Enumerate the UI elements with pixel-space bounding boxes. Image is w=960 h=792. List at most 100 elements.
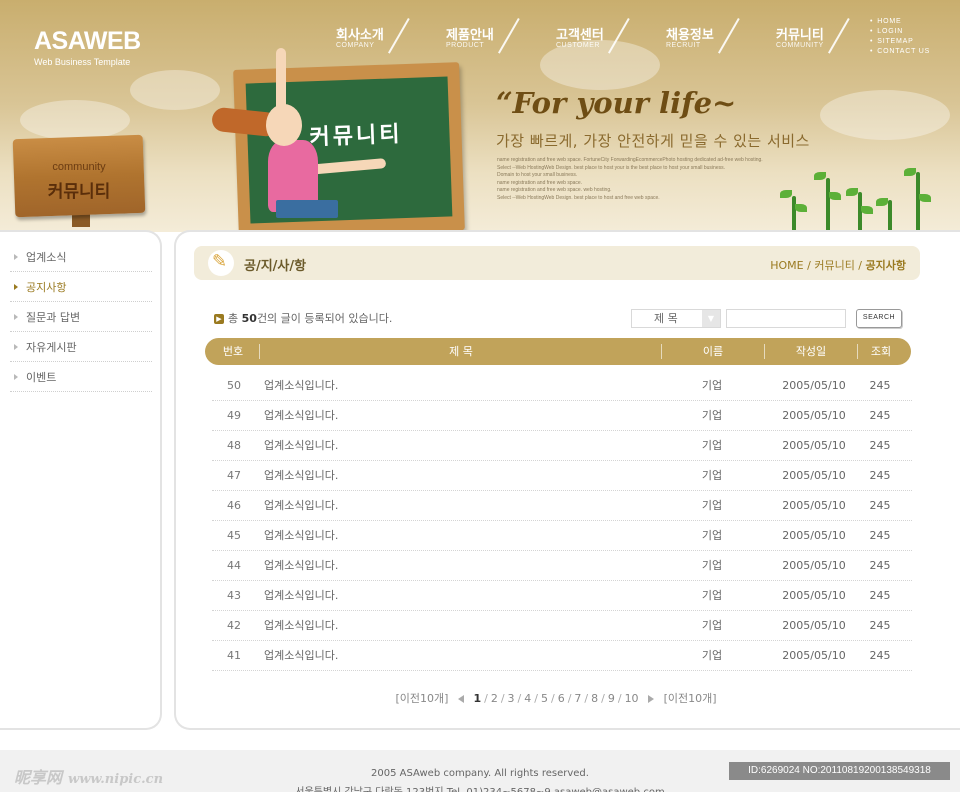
cell-title-link[interactable]: 업계소식입니다. [264,371,644,401]
page-link[interactable]: 7 [574,692,581,705]
description-line: name registration and free web space. [497,179,583,186]
search-field-select[interactable]: 제 목 ▼ [631,309,721,328]
table-row: 48 업계소식입니다. 기업 2005/05/10 245 [212,431,912,461]
search-input[interactable] [726,309,846,328]
nav-sublabel: COMPANY [336,42,375,49]
hero-description: name registration and free web space. Fo… [497,157,827,202]
character-head [266,104,302,146]
cell-name: 기업 [701,559,723,572]
triangle-right-icon[interactable] [648,695,655,703]
page-separator: / [601,692,605,705]
page-separator: / [500,692,505,705]
cell-title-link[interactable]: 업계소식입니다. [264,551,644,581]
search-select-value: 제 목 [654,312,678,325]
pagination: [이전10개] 1/2/3/4/5/6/7/8/9/10 [이전10개] [176,690,936,706]
nav-label: 제품안내 [446,28,494,43]
cell-views: 245 [869,499,891,512]
util-home-link[interactable]: HOME [870,17,930,27]
page-title: 공/지/사/항 [244,259,307,274]
cell-views: 245 [869,529,891,542]
page-link[interactable]: 1 [473,692,481,705]
page-link[interactable]: 2 [491,692,498,705]
nav-sublabel: RECRUIT [666,42,701,49]
pagination-next-ten[interactable]: [이전10개] [664,692,717,705]
cell-name: 기업 [701,499,723,512]
util-contact-link[interactable]: CONTACT US [870,47,930,57]
cell-name: 기업 [701,589,723,602]
cell-no: 50 [227,379,241,392]
page-link[interactable]: 8 [591,692,598,705]
nav-product[interactable]: 제품안내 PRODUCT [430,18,540,58]
page-link[interactable]: 3 [508,692,515,705]
count-number: 50 [241,312,257,325]
cell-title-link[interactable]: 업계소식입니다. [264,641,644,671]
search-button[interactable]: SEARCH [856,309,902,328]
chevron-down-icon: ▼ [702,310,720,327]
nav-customer[interactable]: 고객센터 CUSTOMER [540,18,650,58]
cell-title-link[interactable]: 업계소식입니다. [264,461,644,491]
page-separator: / [567,692,572,705]
sprout-leaf [829,192,841,200]
breadcrumb: HOME / 커뮤니티 / 공지사항 [770,257,906,273]
nav-label: 고객센터 [556,28,604,43]
nav-divider [828,18,850,54]
page-link[interactable]: 5 [541,692,548,705]
watermark-id: ID:6269024 NO:20110819200138549318 [729,762,950,780]
cell-name: 기업 [701,529,723,542]
cell-date: 2005/05/10 [782,649,846,662]
sidebar-item-notice[interactable]: 공지사항 [10,272,152,302]
cell-date: 2005/05/10 [782,409,846,422]
cell-title-link[interactable]: 업계소식입니다. [264,611,644,641]
cell-date: 2005/05/10 [782,559,846,572]
nav-company[interactable]: 회사소개 COMPANY [320,18,430,58]
sidebar-item-industry-news[interactable]: 업계소식 [10,242,152,272]
arrow-right-icon: ▶ [214,314,224,324]
cell-no: 46 [227,499,241,512]
cell-title-link[interactable]: 업계소식입니다. [264,581,644,611]
count-suffix: 건의 글이 등록되어 있습니다. [256,312,393,325]
logo-title: ASAWEB [34,27,141,55]
post-count: ▶ 총 50건의 글이 등록되어 있습니다. [214,310,392,326]
cloud-decoration [820,90,950,140]
cell-title-link[interactable]: 업계소식입니다. [264,431,644,461]
cell-no: 47 [227,469,241,482]
nav-community[interactable]: 커뮤니티 COMMUNITY [760,18,870,58]
table-row: 46 업계소식입니다. 기업 2005/05/10 245 [212,491,912,521]
cell-date: 2005/05/10 [782,589,846,602]
breadcrumb-home[interactable]: HOME [770,259,803,272]
cell-title-link[interactable]: 업계소식입니다. [264,401,644,431]
sidebar-item-free-board[interactable]: 자유게시판 [10,332,152,362]
page-link[interactable]: 6 [558,692,565,705]
util-login-link[interactable]: LOGIN [870,27,930,37]
nav-sublabel: CUSTOMER [556,42,600,49]
nav-recruit[interactable]: 채용정보 RECRUIT [650,18,760,58]
sprout-leaf [795,204,807,212]
table-row: 41 업계소식입니다. 기업 2005/05/10 245 [212,641,912,671]
page-link[interactable]: 9 [608,692,615,705]
page-title-bar: 공/지/사/항 HOME / 커뮤니티 / 공지사항 [194,246,920,280]
table-row: 50 업계소식입니다. 기업 2005/05/10 245 [212,371,912,401]
logo[interactable]: ASAWEB Web Business Template [34,27,141,67]
sidebar-item-event[interactable]: 이벤트 [10,362,152,392]
triangle-left-icon[interactable] [457,695,464,703]
hero-tagline: 가장 빠르게, 가장 안전하게 믿을 수 있는 서비스 [496,132,810,150]
nav-label: 채용정보 [666,28,714,43]
description-line: Select --Web HostingWeb Design. best pla… [497,194,660,201]
cell-title-link[interactable]: 업계소식입니다. [264,521,644,551]
cell-title-link[interactable]: 업계소식입니다. [264,491,644,521]
page-link[interactable]: 10 [625,692,639,705]
cell-views: 245 [869,409,891,422]
cell-no: 48 [227,439,241,452]
sprout-leaf [814,172,826,180]
pagination-prev-ten[interactable]: [이전10개] [395,692,448,705]
page-link[interactable]: 4 [524,692,531,705]
breadcrumb-section[interactable]: 커뮤니티 [814,259,854,272]
sidebar-item-qna[interactable]: 질문과 답변 [10,302,152,332]
header-name: 이름 [702,345,724,358]
page-separator: / [617,692,622,705]
util-sitemap-link[interactable]: SITEMAP [870,37,930,47]
description-line: name registration and free web space. we… [497,187,612,193]
sign-text-en: community [52,161,106,173]
table-row: 45 업계소식입니다. 기업 2005/05/10 245 [212,521,912,551]
nav-divider [498,18,520,54]
